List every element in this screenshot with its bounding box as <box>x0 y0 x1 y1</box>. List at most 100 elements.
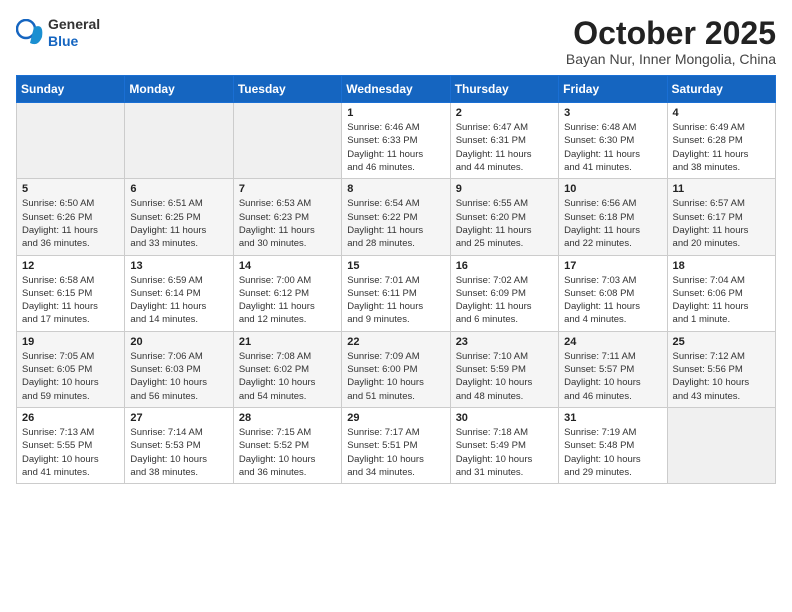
weekday-header-wednesday: Wednesday <box>342 76 450 103</box>
day-info: Sunrise: 7:04 AM Sunset: 6:06 PM Dayligh… <box>673 274 770 327</box>
day-number: 25 <box>673 336 770 348</box>
month-title: October 2025 <box>566 16 776 51</box>
logo-general: General <box>48 16 100 33</box>
day-info: Sunrise: 6:55 AM Sunset: 6:20 PM Dayligh… <box>456 197 553 250</box>
day-number: 28 <box>239 412 336 424</box>
day-cell: 14 Sunrise: 7:00 AM Sunset: 6:12 PM Dayli… <box>233 255 341 331</box>
week-row-1: 1Sunrise: 6:46 AM Sunset: 6:33 PM Daylig… <box>17 103 776 179</box>
day-info: Sunrise: 6:50 AM Sunset: 6:26 PM Dayligh… <box>22 197 119 250</box>
week-row-2: 5 Sunrise: 6:50 AM Sunset: 6:26 PM Daylig… <box>17 179 776 255</box>
day-info: Sunrise: 6:48 AM Sunset: 6:30 PM Dayligh… <box>564 121 661 174</box>
day-cell: 3 Sunrise: 6:48 AM Sunset: 6:30 PM Daylig… <box>559 103 667 179</box>
day-info: Sunrise: 6:56 AM Sunset: 6:18 PM Dayligh… <box>564 197 661 250</box>
day-number: 19 <box>22 336 119 348</box>
day-number: 20 <box>130 336 227 348</box>
location-subtitle: Bayan Nur, Inner Mongolia, China <box>566 51 776 67</box>
day-info: Sunrise: 6:59 AM Sunset: 6:14 PM Dayligh… <box>130 274 227 327</box>
day-info: Sunrise: 7:11 AM Sunset: 5:57 PM Dayligh… <box>564 350 661 403</box>
day-info: Sunrise: 7:01 AM Sunset: 6:11 PM Dayligh… <box>347 274 444 327</box>
day-cell <box>125 103 233 179</box>
day-number: 11 <box>673 183 770 195</box>
day-number: 29 <box>347 412 444 424</box>
day-info: Sunrise: 7:09 AM Sunset: 6:00 PM Dayligh… <box>347 350 444 403</box>
day-number: 31 <box>564 412 661 424</box>
day-cell: 11 Sunrise: 6:57 AM Sunset: 6:17 PM Dayli… <box>667 179 775 255</box>
day-cell: 6Sunrise: 6:51 AM Sunset: 6:25 PM Daylig… <box>125 179 233 255</box>
day-info: Sunrise: 6:47 AM Sunset: 6:31 PM Dayligh… <box>456 121 553 174</box>
day-cell: 30Sunrise: 7:18 AM Sunset: 5:49 PM Dayli… <box>450 407 558 483</box>
day-cell: 23 Sunrise: 7:10 AM Sunset: 5:59 PM Dayli… <box>450 331 558 407</box>
day-cell: 20 Sunrise: 7:06 AM Sunset: 6:03 PM Dayli… <box>125 331 233 407</box>
day-number: 6 <box>130 183 227 195</box>
week-row-3: 12 Sunrise: 6:58 AM Sunset: 6:15 PM Dayli… <box>17 255 776 331</box>
day-number: 21 <box>239 336 336 348</box>
weekday-header-sunday: Sunday <box>17 76 125 103</box>
day-cell: 2Sunrise: 6:47 AM Sunset: 6:31 PM Daylig… <box>450 103 558 179</box>
day-info: Sunrise: 7:03 AM Sunset: 6:08 PM Dayligh… <box>564 274 661 327</box>
day-info: Sunrise: 7:00 AM Sunset: 6:12 PM Dayligh… <box>239 274 336 327</box>
day-cell: 24 Sunrise: 7:11 AM Sunset: 5:57 PM Dayli… <box>559 331 667 407</box>
day-cell: 26Sunrise: 7:13 AM Sunset: 5:55 PM Dayli… <box>17 407 125 483</box>
day-info: Sunrise: 6:49 AM Sunset: 6:28 PM Dayligh… <box>673 121 770 174</box>
day-number: 3 <box>564 107 661 119</box>
day-info: Sunrise: 7:17 AM Sunset: 5:51 PM Dayligh… <box>347 426 444 479</box>
day-cell <box>667 407 775 483</box>
day-cell: 18 Sunrise: 7:04 AM Sunset: 6:06 PM Dayli… <box>667 255 775 331</box>
day-number: 4 <box>673 107 770 119</box>
day-info: Sunrise: 7:14 AM Sunset: 5:53 PM Dayligh… <box>130 426 227 479</box>
day-cell <box>17 103 125 179</box>
day-info: Sunrise: 7:10 AM Sunset: 5:59 PM Dayligh… <box>456 350 553 403</box>
weekday-header-monday: Monday <box>125 76 233 103</box>
day-number: 18 <box>673 260 770 272</box>
day-number: 7 <box>239 183 336 195</box>
calendar-table: SundayMondayTuesdayWednesdayThursdayFrid… <box>16 75 776 484</box>
day-number: 26 <box>22 412 119 424</box>
weekday-header-friday: Friday <box>559 76 667 103</box>
day-cell: 7 Sunrise: 6:53 AM Sunset: 6:23 PM Daylig… <box>233 179 341 255</box>
day-info: Sunrise: 6:58 AM Sunset: 6:15 PM Dayligh… <box>22 274 119 327</box>
day-cell: 25 Sunrise: 7:12 AM Sunset: 5:56 PM Dayli… <box>667 331 775 407</box>
day-number: 5 <box>22 183 119 195</box>
day-number: 12 <box>22 260 119 272</box>
day-info: Sunrise: 6:57 AM Sunset: 6:17 PM Dayligh… <box>673 197 770 250</box>
logo-blue: Blue <box>48 33 100 50</box>
day-cell: 1Sunrise: 6:46 AM Sunset: 6:33 PM Daylig… <box>342 103 450 179</box>
day-cell: 9 Sunrise: 6:55 AM Sunset: 6:20 PM Daylig… <box>450 179 558 255</box>
day-cell: 17Sunrise: 7:03 AM Sunset: 6:08 PM Dayli… <box>559 255 667 331</box>
day-cell: 13 Sunrise: 6:59 AM Sunset: 6:14 PM Dayli… <box>125 255 233 331</box>
week-row-5: 26Sunrise: 7:13 AM Sunset: 5:55 PM Dayli… <box>17 407 776 483</box>
day-cell: 16Sunrise: 7:02 AM Sunset: 6:09 PM Dayli… <box>450 255 558 331</box>
day-info: Sunrise: 6:46 AM Sunset: 6:33 PM Dayligh… <box>347 121 444 174</box>
weekday-header-row: SundayMondayTuesdayWednesdayThursdayFrid… <box>17 76 776 103</box>
day-info: Sunrise: 7:06 AM Sunset: 6:03 PM Dayligh… <box>130 350 227 403</box>
day-number: 16 <box>456 260 553 272</box>
day-number: 14 <box>239 260 336 272</box>
page-header: General Blue October 2025 Bayan Nur, Inn… <box>16 16 776 67</box>
day-cell: 4 Sunrise: 6:49 AM Sunset: 6:28 PM Daylig… <box>667 103 775 179</box>
day-cell: 8Sunrise: 6:54 AM Sunset: 6:22 PM Daylig… <box>342 179 450 255</box>
day-number: 23 <box>456 336 553 348</box>
day-cell: 22 Sunrise: 7:09 AM Sunset: 6:00 PM Dayli… <box>342 331 450 407</box>
day-number: 9 <box>456 183 553 195</box>
day-cell: 15Sunrise: 7:01 AM Sunset: 6:11 PM Dayli… <box>342 255 450 331</box>
weekday-header-thursday: Thursday <box>450 76 558 103</box>
day-cell: 27Sunrise: 7:14 AM Sunset: 5:53 PM Dayli… <box>125 407 233 483</box>
day-cell: 31Sunrise: 7:19 AM Sunset: 5:48 PM Dayli… <box>559 407 667 483</box>
day-cell <box>233 103 341 179</box>
day-number: 8 <box>347 183 444 195</box>
logo-icon <box>16 19 44 47</box>
day-cell: 5 Sunrise: 6:50 AM Sunset: 6:26 PM Daylig… <box>17 179 125 255</box>
day-cell: 12 Sunrise: 6:58 AM Sunset: 6:15 PM Dayli… <box>17 255 125 331</box>
day-number: 10 <box>564 183 661 195</box>
day-info: Sunrise: 6:53 AM Sunset: 6:23 PM Dayligh… <box>239 197 336 250</box>
day-info: Sunrise: 7:12 AM Sunset: 5:56 PM Dayligh… <box>673 350 770 403</box>
day-number: 30 <box>456 412 553 424</box>
weekday-header-tuesday: Tuesday <box>233 76 341 103</box>
day-number: 13 <box>130 260 227 272</box>
day-cell: 10 Sunrise: 6:56 AM Sunset: 6:18 PM Dayli… <box>559 179 667 255</box>
day-cell: 19Sunrise: 7:05 AM Sunset: 6:05 PM Dayli… <box>17 331 125 407</box>
day-info: Sunrise: 7:15 AM Sunset: 5:52 PM Dayligh… <box>239 426 336 479</box>
day-number: 24 <box>564 336 661 348</box>
day-number: 22 <box>347 336 444 348</box>
weekday-header-saturday: Saturday <box>667 76 775 103</box>
